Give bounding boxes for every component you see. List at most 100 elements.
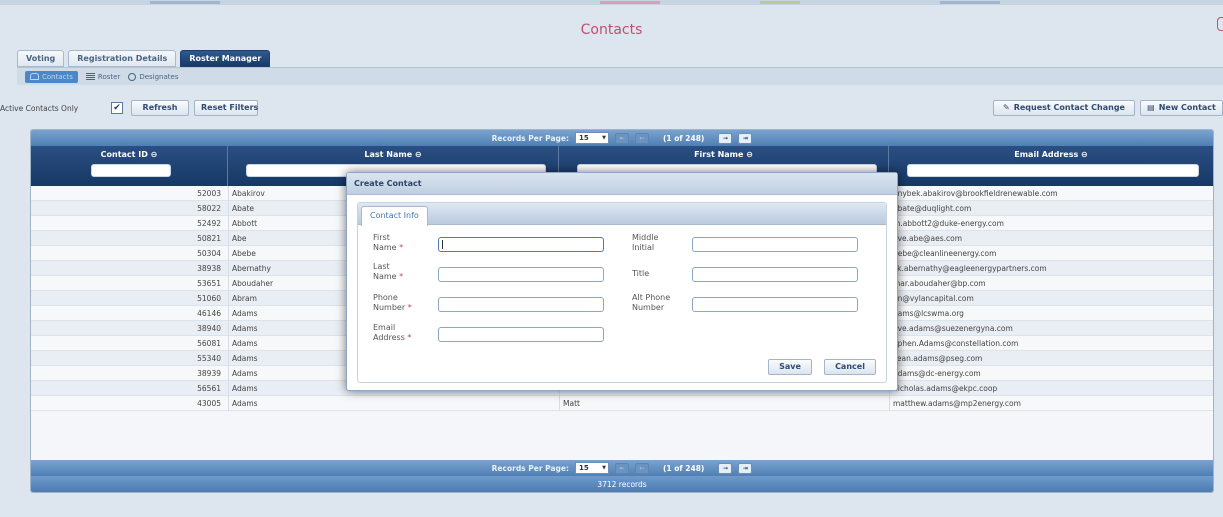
document-icon: ▤	[1147, 103, 1155, 112]
cell-email: anybek.abakirov@brookfieldrenewable.com	[889, 186, 1213, 201]
next-page-button[interactable]: →	[718, 462, 733, 474]
cancel-button[interactable]: Cancel	[824, 359, 876, 375]
email-label-line1: Email	[373, 323, 396, 332]
first-page-button[interactable]: ⇤	[614, 132, 629, 144]
alt-phone-label-line1: Alt Phone	[632, 293, 671, 302]
col-contact-id-label[interactable]: Contact ID ⊖	[31, 150, 227, 159]
dialog-body: Contact Info First Name * Last Name * Ph…	[357, 202, 887, 383]
sub-tabs: Contacts Roster Designates	[17, 67, 1223, 85]
main-tabs: Voting Registration Details Roster Manag…	[17, 50, 271, 67]
cell-contact-id: 52492	[197, 219, 221, 228]
pager-top: Records Per Page: 15 ⇤ ← (1 of 248) → ⇥	[31, 130, 1213, 146]
cell-email: matthew.adams@mp2energy.com	[889, 396, 1213, 411]
next-page-button[interactable]: →	[718, 132, 733, 144]
cell-email: dams@lcswma.org	[889, 306, 1213, 321]
cell-email: eve.abe@aes.com	[889, 231, 1213, 246]
dialog-tabs: Contact Info	[358, 203, 886, 226]
phone-label-line1: Phone	[373, 293, 398, 302]
table-row[interactable]: 43005 Adams Matt matthew.adams@mp2energy.co…	[31, 396, 1213, 411]
contact-id-filter[interactable]	[91, 164, 171, 177]
last-page-button[interactable]: ⇥	[738, 132, 753, 144]
cell-email: nicholas.adams@ekpc.coop	[889, 381, 1213, 396]
create-contact-dialog: Create Contact Contact Info First Name *…	[346, 172, 898, 391]
cell-contact-id: 52003	[197, 189, 221, 198]
prev-page-button[interactable]: ←	[634, 462, 649, 474]
cell-contact-id: 50821	[197, 234, 221, 243]
page-info: (1 of 248)	[662, 463, 705, 473]
records-per-page-select[interactable]: 15	[574, 132, 609, 144]
prev-page-button[interactable]: ←	[634, 132, 649, 144]
tab-roster-manager[interactable]: Roster Manager	[180, 50, 271, 67]
last-name-label-line2: Name	[373, 272, 397, 281]
required-mark: *	[407, 303, 412, 312]
phone-number-input[interactable]	[438, 297, 604, 312]
records-per-page-select[interactable]: 15	[574, 462, 609, 474]
col-email-label[interactable]: Email Address ⊖	[889, 150, 1213, 159]
tab-voting[interactable]: Voting	[17, 50, 65, 67]
email-address-input[interactable]	[438, 327, 604, 342]
cell-email: adams@dc-energy.com	[889, 366, 1213, 381]
top-color-stripe	[0, 0, 1223, 5]
tab-contact-info[interactable]: Contact Info	[361, 206, 428, 226]
cell-email: abate@duqlight.com	[889, 201, 1213, 216]
title-label: Title	[632, 269, 649, 279]
cell-first-name: Matt	[559, 396, 888, 411]
dialog-title: Create Contact	[347, 173, 897, 195]
last-name-label: Last Name *	[373, 262, 403, 282]
page-title: Contacts	[580, 22, 643, 38]
cell-contact-id: 51060	[197, 294, 221, 303]
tab-registration-details[interactable]: Registration Details	[68, 50, 177, 67]
subtab-contacts-label: Contacts	[42, 72, 73, 81]
new-contact-button[interactable]: ▤ New Contact	[1140, 100, 1223, 116]
last-page-button[interactable]: ⇥	[738, 462, 753, 474]
people-icon	[30, 73, 39, 80]
person-icon	[128, 72, 137, 81]
cell-contact-id: 50304	[197, 249, 221, 258]
col-last-name-label[interactable]: Last Name ⊖	[228, 150, 558, 159]
cell-contact-id: 38940	[197, 324, 221, 333]
title-input[interactable]	[692, 267, 858, 282]
required-mark: *	[407, 333, 412, 342]
cell-last-name: Adams	[228, 396, 558, 411]
pencil-icon: ✎	[1003, 103, 1010, 112]
cell-contact-id: 46146	[197, 309, 221, 318]
alt-phone-label: Alt Phone Number	[632, 293, 670, 313]
cell-contact-id: 56081	[197, 339, 221, 348]
request-contact-change-button[interactable]: ✎ Request Contact Change	[993, 100, 1135, 116]
cell-contact-id: 55340	[197, 354, 221, 363]
col-first-name-label[interactable]: First Name ⊖	[559, 150, 888, 159]
middle-initial-label-line1: Middle	[632, 233, 659, 242]
middle-initial-label-line2: Initial	[632, 243, 655, 252]
save-button[interactable]: Save	[768, 359, 812, 375]
first-name-input[interactable]	[438, 237, 604, 252]
reset-filters-button[interactable]: Reset Filters	[194, 100, 258, 116]
cell-email: eve.adams@suezenergyna.com	[889, 321, 1213, 336]
last-name-input[interactable]	[438, 267, 604, 282]
refresh-button[interactable]: Refresh	[131, 100, 189, 116]
middle-initial-input[interactable]	[692, 237, 858, 252]
cell-contact-id: 53651	[197, 279, 221, 288]
email-filter[interactable]	[907, 164, 1199, 177]
records-per-page-label: Records Per Page:	[491, 463, 569, 473]
alt-phone-input[interactable]	[692, 297, 858, 312]
email-address-label: Email Address *	[373, 323, 411, 343]
active-only-checkbox[interactable]: ✔	[111, 102, 123, 114]
cell-email: sean.adams@pseg.com	[889, 351, 1213, 366]
title-label-line1: Title	[632, 269, 650, 278]
pager-bottom: Records Per Page: 15 ⇤ ← (1 of 248) → ⇥	[31, 460, 1213, 476]
cell-email: bebe@cleanlineenergy.com	[889, 246, 1213, 261]
subtab-contacts[interactable]: Contacts	[25, 70, 78, 83]
last-name-label-line1: Last	[373, 262, 390, 271]
alt-phone-label-line2: Number	[632, 303, 665, 312]
subtab-designates[interactable]: Designates	[128, 72, 178, 81]
records-per-page-label: Records Per Page:	[491, 133, 569, 143]
phone-label-line2: Number	[373, 303, 406, 312]
first-page-button[interactable]: ⇤	[614, 462, 629, 474]
cell-contact-id: 56561	[197, 384, 221, 393]
col-email: Email Address ⊖	[889, 146, 1213, 186]
cell-contact-id: 43005	[197, 399, 221, 408]
filter-bar: Active Contacts Only ✔ Refresh Reset Fil…	[0, 100, 1223, 120]
subtab-roster[interactable]: Roster	[85, 73, 120, 81]
first-name-label: First Name *	[373, 233, 403, 253]
corner-tab	[1217, 17, 1223, 31]
